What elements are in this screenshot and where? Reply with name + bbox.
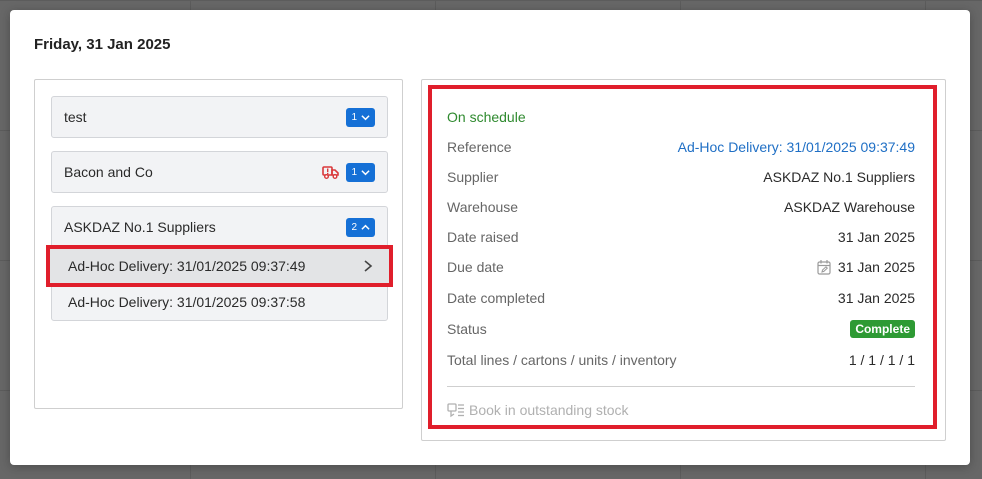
detail-row-supplier: Supplier ASKDAZ No.1 Suppliers [447, 167, 915, 187]
detail-row-warehouse: Warehouse ASKDAZ Warehouse [447, 197, 915, 217]
detail-row-totals: Total lines / cartons / units / inventor… [447, 350, 915, 370]
detail-key: Total lines / cartons / units / inventor… [447, 352, 677, 368]
detail-value: ASKDAZ No.1 Suppliers [763, 169, 915, 185]
delivery-detail-panel: On schedule Reference Ad-Hoc Delivery: 3… [421, 79, 946, 441]
supplier-group-header[interactable]: Bacon and Co 1 [52, 152, 387, 192]
delivery-count-badge[interactable]: 2 [346, 217, 375, 237]
detail-row-date-completed: Date completed 31 Jan 2025 [447, 288, 915, 308]
detail-key: Reference [447, 139, 512, 155]
chevron-up-icon [361, 224, 370, 230]
delivery-item[interactable]: Ad-Hoc Delivery: 31/01/2025 09:37:58 [52, 284, 387, 320]
detail-value: ASKDAZ Warehouse [784, 199, 915, 215]
delivery-list: Ad-Hoc Delivery: 31/01/2025 09:37:49 Ad-… [46, 245, 393, 320]
detail-row-reference: Reference Ad-Hoc Delivery: 31/01/2025 09… [447, 137, 915, 157]
detail-value: 31 Jan 2025 [837, 229, 915, 245]
detail-key: Warehouse [447, 199, 519, 215]
delivery-item-selected[interactable]: Ad-Hoc Delivery: 31/01/2025 09:37:49 [46, 245, 393, 287]
calendar-edit-icon[interactable] [817, 259, 831, 275]
supplier-group-bacon-and-co: Bacon and Co 1 [51, 151, 388, 193]
detail-key: Status [447, 321, 487, 337]
delivery-label: Ad-Hoc Delivery: 31/01/2025 09:37:58 [68, 294, 306, 310]
modal-title: Friday, 31 Jan 2025 [34, 36, 171, 53]
chevron-down-icon [361, 114, 370, 120]
supplier-group-test: test 1 [51, 96, 388, 138]
book-in-outstanding-stock-button[interactable]: Book in outstanding stock [447, 402, 629, 418]
detail-key: Due date [447, 259, 504, 275]
delivery-count-badge[interactable]: 1 [346, 162, 375, 182]
schedule-status: On schedule [447, 109, 526, 125]
book-in-stock-icon [447, 403, 464, 418]
book-in-label: Book in outstanding stock [469, 402, 629, 418]
delivery-count: 2 [351, 221, 357, 233]
chevron-down-icon [361, 169, 370, 175]
truck-alert-icon [322, 164, 340, 180]
supplier-name: ASKDAZ No.1 Suppliers [64, 219, 216, 235]
detail-value: 31 Jan 2025 [817, 259, 915, 275]
detail-row-status: Status Complete [447, 319, 915, 339]
day-detail-modal: Friday, 31 Jan 2025 test 1 Bacon and Co [10, 10, 970, 465]
supplier-group-askdaz: ASKDAZ No.1 Suppliers 2 Ad-Hoc Delivery:… [46, 206, 393, 321]
reference-link[interactable]: Ad-Hoc Delivery: 31/01/2025 09:37:49 [678, 139, 915, 155]
detail-key: Date completed [447, 290, 546, 306]
delivery-label: Ad-Hoc Delivery: 31/01/2025 09:37:49 [68, 258, 306, 274]
detail-value: 1 / 1 / 1 / 1 [848, 352, 915, 368]
status-badge: Complete [850, 320, 915, 338]
divider [447, 386, 915, 387]
supplier-list-panel: test 1 Bacon and Co 1 ASKDAZ No.1 Suppli… [34, 79, 403, 409]
detail-row-due-date: Due date 31 Jan 2025 [447, 257, 915, 277]
supplier-group-header[interactable]: test 1 [52, 97, 387, 137]
detail-row-date-raised: Date raised 31 Jan 2025 [447, 227, 915, 247]
supplier-group-header[interactable]: ASKDAZ No.1 Suppliers 2 [52, 207, 387, 247]
due-date-value: 31 Jan 2025 [837, 259, 915, 275]
chevron-right-icon [364, 260, 373, 272]
supplier-name: Bacon and Co [64, 164, 153, 180]
delivery-count: 1 [351, 166, 357, 178]
delivery-detail-highlight: On schedule Reference Ad-Hoc Delivery: 3… [428, 85, 937, 429]
supplier-name: test [64, 109, 87, 125]
delivery-count: 1 [351, 111, 357, 123]
detail-key: Date raised [447, 229, 519, 245]
delivery-count-badge[interactable]: 1 [346, 107, 375, 127]
detail-key: Supplier [447, 169, 499, 185]
detail-value: 31 Jan 2025 [837, 290, 915, 306]
